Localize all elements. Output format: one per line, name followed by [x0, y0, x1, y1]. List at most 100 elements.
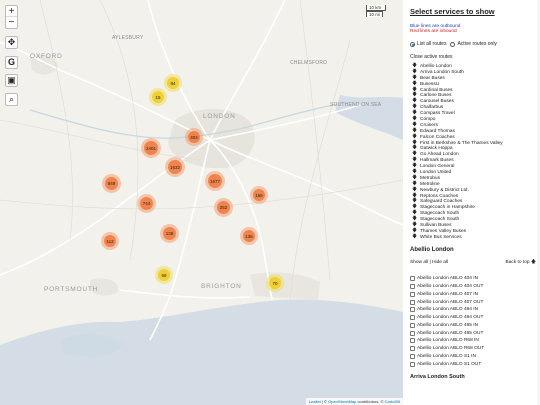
- cluster-marker[interactable]: 136: [160, 224, 179, 243]
- cluster-marker[interactable]: 2401: [141, 138, 161, 158]
- place-brighton: BRIGHTON: [201, 283, 242, 290]
- route-checkbox[interactable]: [410, 299, 415, 305]
- radio-all-routes[interactable]: List all routes: [410, 41, 446, 47]
- scale-mi: 10 mi: [366, 11, 383, 17]
- operator-link[interactable]: 🡇 White Bus Services: [410, 234, 536, 241]
- g-icon: G: [7, 57, 15, 67]
- zoom-in-button[interactable]: +: [6, 6, 17, 17]
- osm-link[interactable]: OpenStreetMap: [328, 399, 356, 404]
- cluster-marker[interactable]: 15: [149, 88, 167, 106]
- show-hide-row: Show all | Hide all Back to top 🡅: [410, 259, 536, 267]
- operator-list: 🡇 Abellio London 🡇 Arriva London South 🡇 Bear…: [410, 63, 536, 241]
- route-label: Abellio London ABLO 465 OUT: [417, 330, 484, 336]
- route-checkbox[interactable]: [410, 322, 415, 328]
- place-portsmouth: PORTSMOUTH: [44, 286, 99, 293]
- show-all-link[interactable]: Show all: [410, 260, 428, 265]
- route-label: Abellio London ABLO R68 OUT: [417, 346, 485, 352]
- cluster-marker[interactable]: 252: [214, 198, 233, 217]
- cluster-marker[interactable]: 849: [102, 174, 121, 193]
- back-to-top-link[interactable]: Back to top 🡅: [506, 259, 536, 267]
- route-item[interactable]: Abellio London ABLO 464 OUT: [410, 314, 536, 322]
- route-label: Abellio London ABLO 407 OUT: [417, 299, 484, 305]
- locate-button[interactable]: ✥: [5, 36, 18, 49]
- back-to-top-label: Back to top: [505, 259, 530, 265]
- place-london: LONDON: [203, 113, 236, 120]
- map-area[interactable]: OXFORD AYLESBURY LONDON PORTSMOUTH BRIGH…: [0, 0, 403, 405]
- radio-active-routes[interactable]: Active routes only: [450, 41, 497, 47]
- route-checkbox[interactable]: [410, 361, 415, 367]
- map-attribution: Leaflet | © OpenStreetMap contributors, …: [305, 398, 403, 405]
- route-checkbox[interactable]: [410, 283, 415, 289]
- services-panel: Select services to show Blue lines are o…: [403, 0, 540, 405]
- route-item[interactable]: Abellio London ABLO 404 OUT: [410, 283, 536, 291]
- radio-all-label: List all routes: [417, 41, 447, 47]
- cluster-marker[interactable]: 1632: [165, 157, 185, 177]
- route-item[interactable]: Abellio London ABLO 465 OUT: [410, 329, 536, 337]
- place-southend: SOUTHEND ON SEA: [330, 102, 382, 108]
- cluster-marker[interactable]: 1677: [205, 171, 225, 191]
- map-background: [0, 0, 403, 405]
- route-item[interactable]: Abellio London ABLO 465 IN: [410, 322, 536, 330]
- cluster-count: 136: [163, 227, 176, 240]
- search-button[interactable]: ⌕: [5, 93, 18, 106]
- zoom-out-button[interactable]: −: [6, 17, 17, 28]
- cluster-count: 252: [217, 201, 230, 214]
- route-checkbox[interactable]: [410, 315, 415, 321]
- route-item[interactable]: Abellio London ABLO 407 IN: [410, 290, 536, 298]
- route-checkbox[interactable]: [410, 346, 415, 352]
- route-label: Abellio London ABLO 464 IN: [417, 307, 479, 313]
- cluster-count: 70: [269, 277, 281, 289]
- route-item[interactable]: Abellio London ABLO 464 IN: [410, 306, 536, 314]
- google-button[interactable]: G: [5, 56, 18, 69]
- cluster-count: 744: [140, 197, 153, 210]
- radio-active-label: Active routes only: [457, 41, 497, 47]
- next-section-heading: Arriva London South: [410, 374, 465, 381]
- cluster-marker[interactable]: 744: [137, 194, 156, 213]
- arrow-up-icon: 🡅: [530, 258, 536, 265]
- cluster-marker[interactable]: 136: [240, 227, 258, 245]
- place-chelmsford: CHELMSFORD: [290, 60, 328, 66]
- route-item[interactable]: Abellio London ABLO R68 OUT: [410, 345, 536, 353]
- radio-unselected-icon: [450, 41, 456, 47]
- cluster-marker[interactable]: 404: [185, 128, 203, 146]
- cluster-count: 404: [188, 131, 200, 143]
- route-item[interactable]: Abellio London ABLO 407 OUT: [410, 298, 536, 306]
- attribution-sep: | ©: [320, 399, 329, 404]
- route-checkbox[interactable]: [410, 338, 415, 344]
- place-oxford: OXFORD: [30, 53, 63, 60]
- bus-icon: ▣: [7, 75, 16, 85]
- route-checkbox[interactable]: [410, 354, 415, 360]
- route-filter: List all routes Active routes only: [410, 41, 536, 47]
- section-heading: Abellio London: [410, 246, 454, 253]
- route-item[interactable]: Abellio London ABLO S1 OUT: [410, 360, 536, 368]
- hide-all-link[interactable]: Hide all: [432, 260, 448, 265]
- route-label: Abellio London ABLO 407 IN: [417, 291, 479, 297]
- route-item[interactable]: Abellio London ABLO 404 IN: [410, 275, 536, 283]
- route-label: Abellio London ABLO S1 OUT: [417, 361, 482, 367]
- cartodb-link[interactable]: CartoDB: [385, 399, 400, 404]
- cluster-count: 1632: [168, 160, 182, 174]
- leaflet-link[interactable]: Leaflet: [309, 399, 321, 404]
- cluster-marker[interactable]: 112: [101, 232, 119, 250]
- route-item[interactable]: Abellio London ABLO S1 IN: [410, 353, 536, 361]
- route-checkbox[interactable]: [410, 330, 415, 336]
- cluster-marker[interactable]: 165: [250, 186, 268, 204]
- cluster-marker[interactable]: 70: [266, 274, 284, 292]
- search-icon: ⌕: [8, 94, 15, 104]
- bus-button[interactable]: ▣: [5, 74, 18, 87]
- close-active-routes[interactable]: Close active routes: [410, 54, 536, 60]
- route-checkbox[interactable]: [410, 276, 415, 282]
- operator-label: White Bus Services: [420, 234, 462, 240]
- route-item[interactable]: Abellio London ABLO R68 IN: [410, 337, 536, 345]
- cluster-marker[interactable]: 84: [164, 74, 182, 92]
- route-checkbox[interactable]: [410, 291, 415, 297]
- place-aylesbury: AYLESBURY: [112, 35, 144, 41]
- route-label: Abellio London ABLO 404 IN: [417, 276, 479, 282]
- zoom-control: + −: [5, 5, 18, 29]
- route-checkbox[interactable]: [410, 307, 415, 313]
- cluster-marker[interactable]: 68: [155, 266, 173, 284]
- radio-selected-icon: [410, 41, 415, 47]
- crosshair-icon: ✥: [7, 37, 16, 47]
- panel-title[interactable]: Select services to show: [410, 7, 536, 16]
- route-label: Abellio London ABLO R68 IN: [417, 338, 479, 344]
